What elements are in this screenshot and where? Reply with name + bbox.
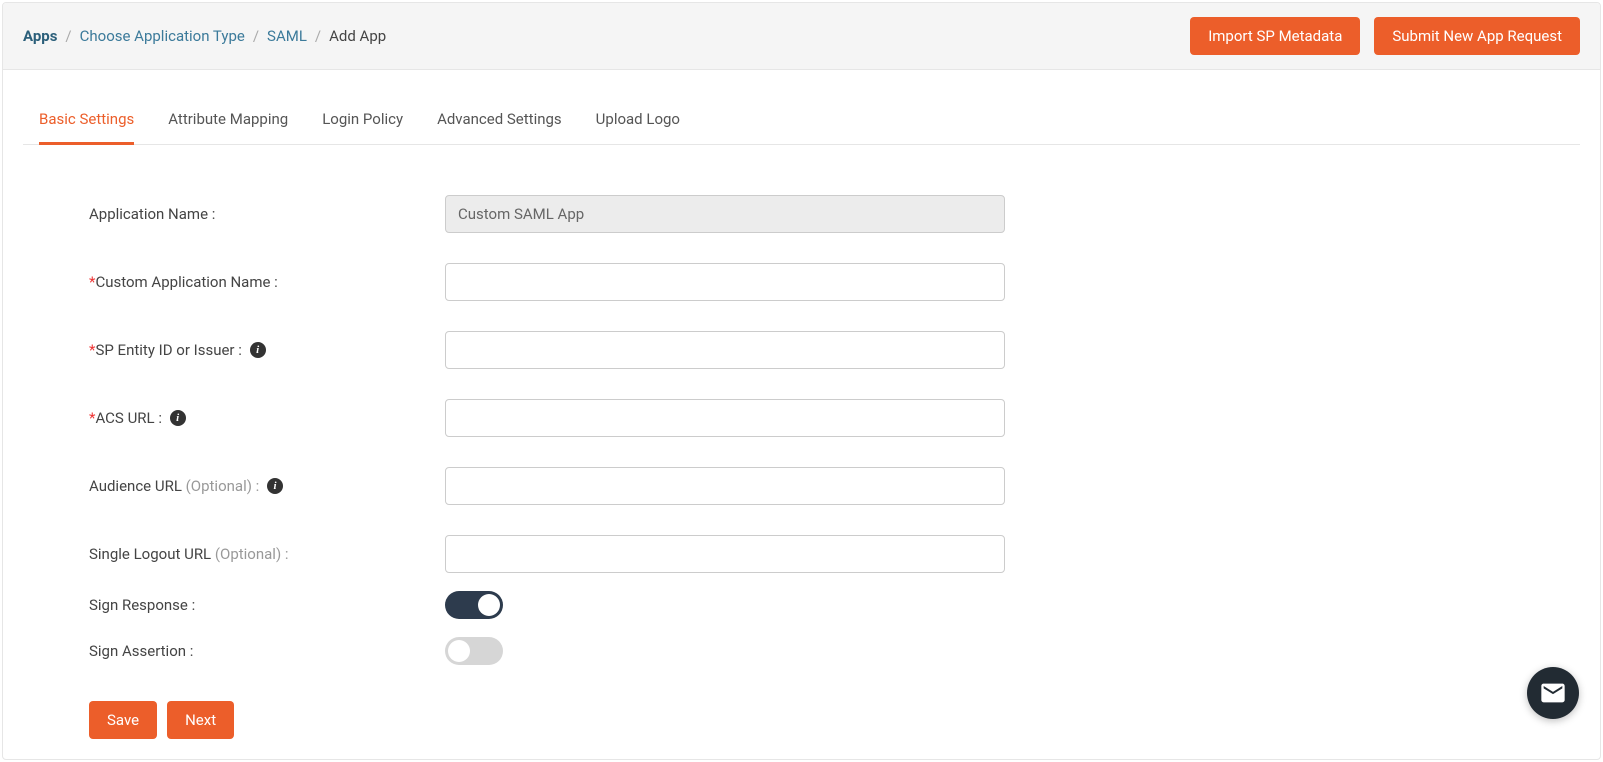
submit-new-app-request-button[interactable]: Submit New App Request [1374, 17, 1580, 55]
sign-response-label: Sign Response : [89, 596, 445, 614]
form-area: Application Name : *Custom Application N… [23, 145, 1023, 739]
breadcrumb: Apps / Choose Application Type / SAML / … [23, 27, 386, 45]
breadcrumb-sep: / [253, 27, 259, 45]
breadcrumb-sep: / [315, 27, 321, 45]
sign-assertion-toggle[interactable] [445, 637, 503, 665]
tab-basic-settings[interactable]: Basic Settings [39, 100, 134, 145]
info-icon[interactable]: i [267, 478, 283, 494]
application-name-label: Application Name : [89, 205, 445, 223]
import-sp-metadata-button[interactable]: Import SP Metadata [1190, 17, 1360, 55]
single-logout-url-input[interactable] [445, 535, 1005, 573]
custom-application-name-input[interactable] [445, 263, 1005, 301]
tab-attribute-mapping[interactable]: Attribute Mapping [168, 100, 288, 145]
tab-advanced-settings[interactable]: Advanced Settings [437, 100, 562, 145]
custom-application-name-label: *Custom Application Name : [89, 273, 445, 291]
breadcrumb-apps[interactable]: Apps [23, 27, 57, 45]
single-logout-url-label: Single Logout URL (Optional) : [89, 545, 445, 563]
acs-url-input[interactable] [445, 399, 1005, 437]
tab-login-policy[interactable]: Login Policy [322, 100, 403, 145]
breadcrumb-sep: / [65, 27, 71, 45]
breadcrumb-saml[interactable]: SAML [267, 27, 307, 45]
chat-fab[interactable] [1527, 667, 1579, 719]
audience-url-label: Audience URL (Optional) : i [89, 477, 445, 495]
audience-url-input[interactable] [445, 467, 1005, 505]
acs-url-label: *ACS URL : i [89, 409, 445, 427]
tab-upload-logo[interactable]: Upload Logo [596, 100, 680, 145]
sp-entity-id-input[interactable] [445, 331, 1005, 369]
breadcrumb-add-app: Add App [329, 27, 386, 45]
sign-assertion-label: Sign Assertion : [89, 642, 445, 660]
page-header: Apps / Choose Application Type / SAML / … [3, 3, 1600, 70]
tabs: Basic Settings Attribute Mapping Login P… [23, 100, 1580, 145]
save-button[interactable]: Save [89, 701, 157, 739]
application-name-input [445, 195, 1005, 233]
sign-response-toggle[interactable] [445, 591, 503, 619]
next-button[interactable]: Next [167, 701, 234, 739]
info-icon[interactable]: i [170, 410, 186, 426]
breadcrumb-choose-type[interactable]: Choose Application Type [80, 27, 245, 45]
sp-entity-id-label: *SP Entity ID or Issuer : i [89, 341, 445, 359]
mail-icon [1539, 679, 1567, 707]
info-icon[interactable]: i [250, 342, 266, 358]
